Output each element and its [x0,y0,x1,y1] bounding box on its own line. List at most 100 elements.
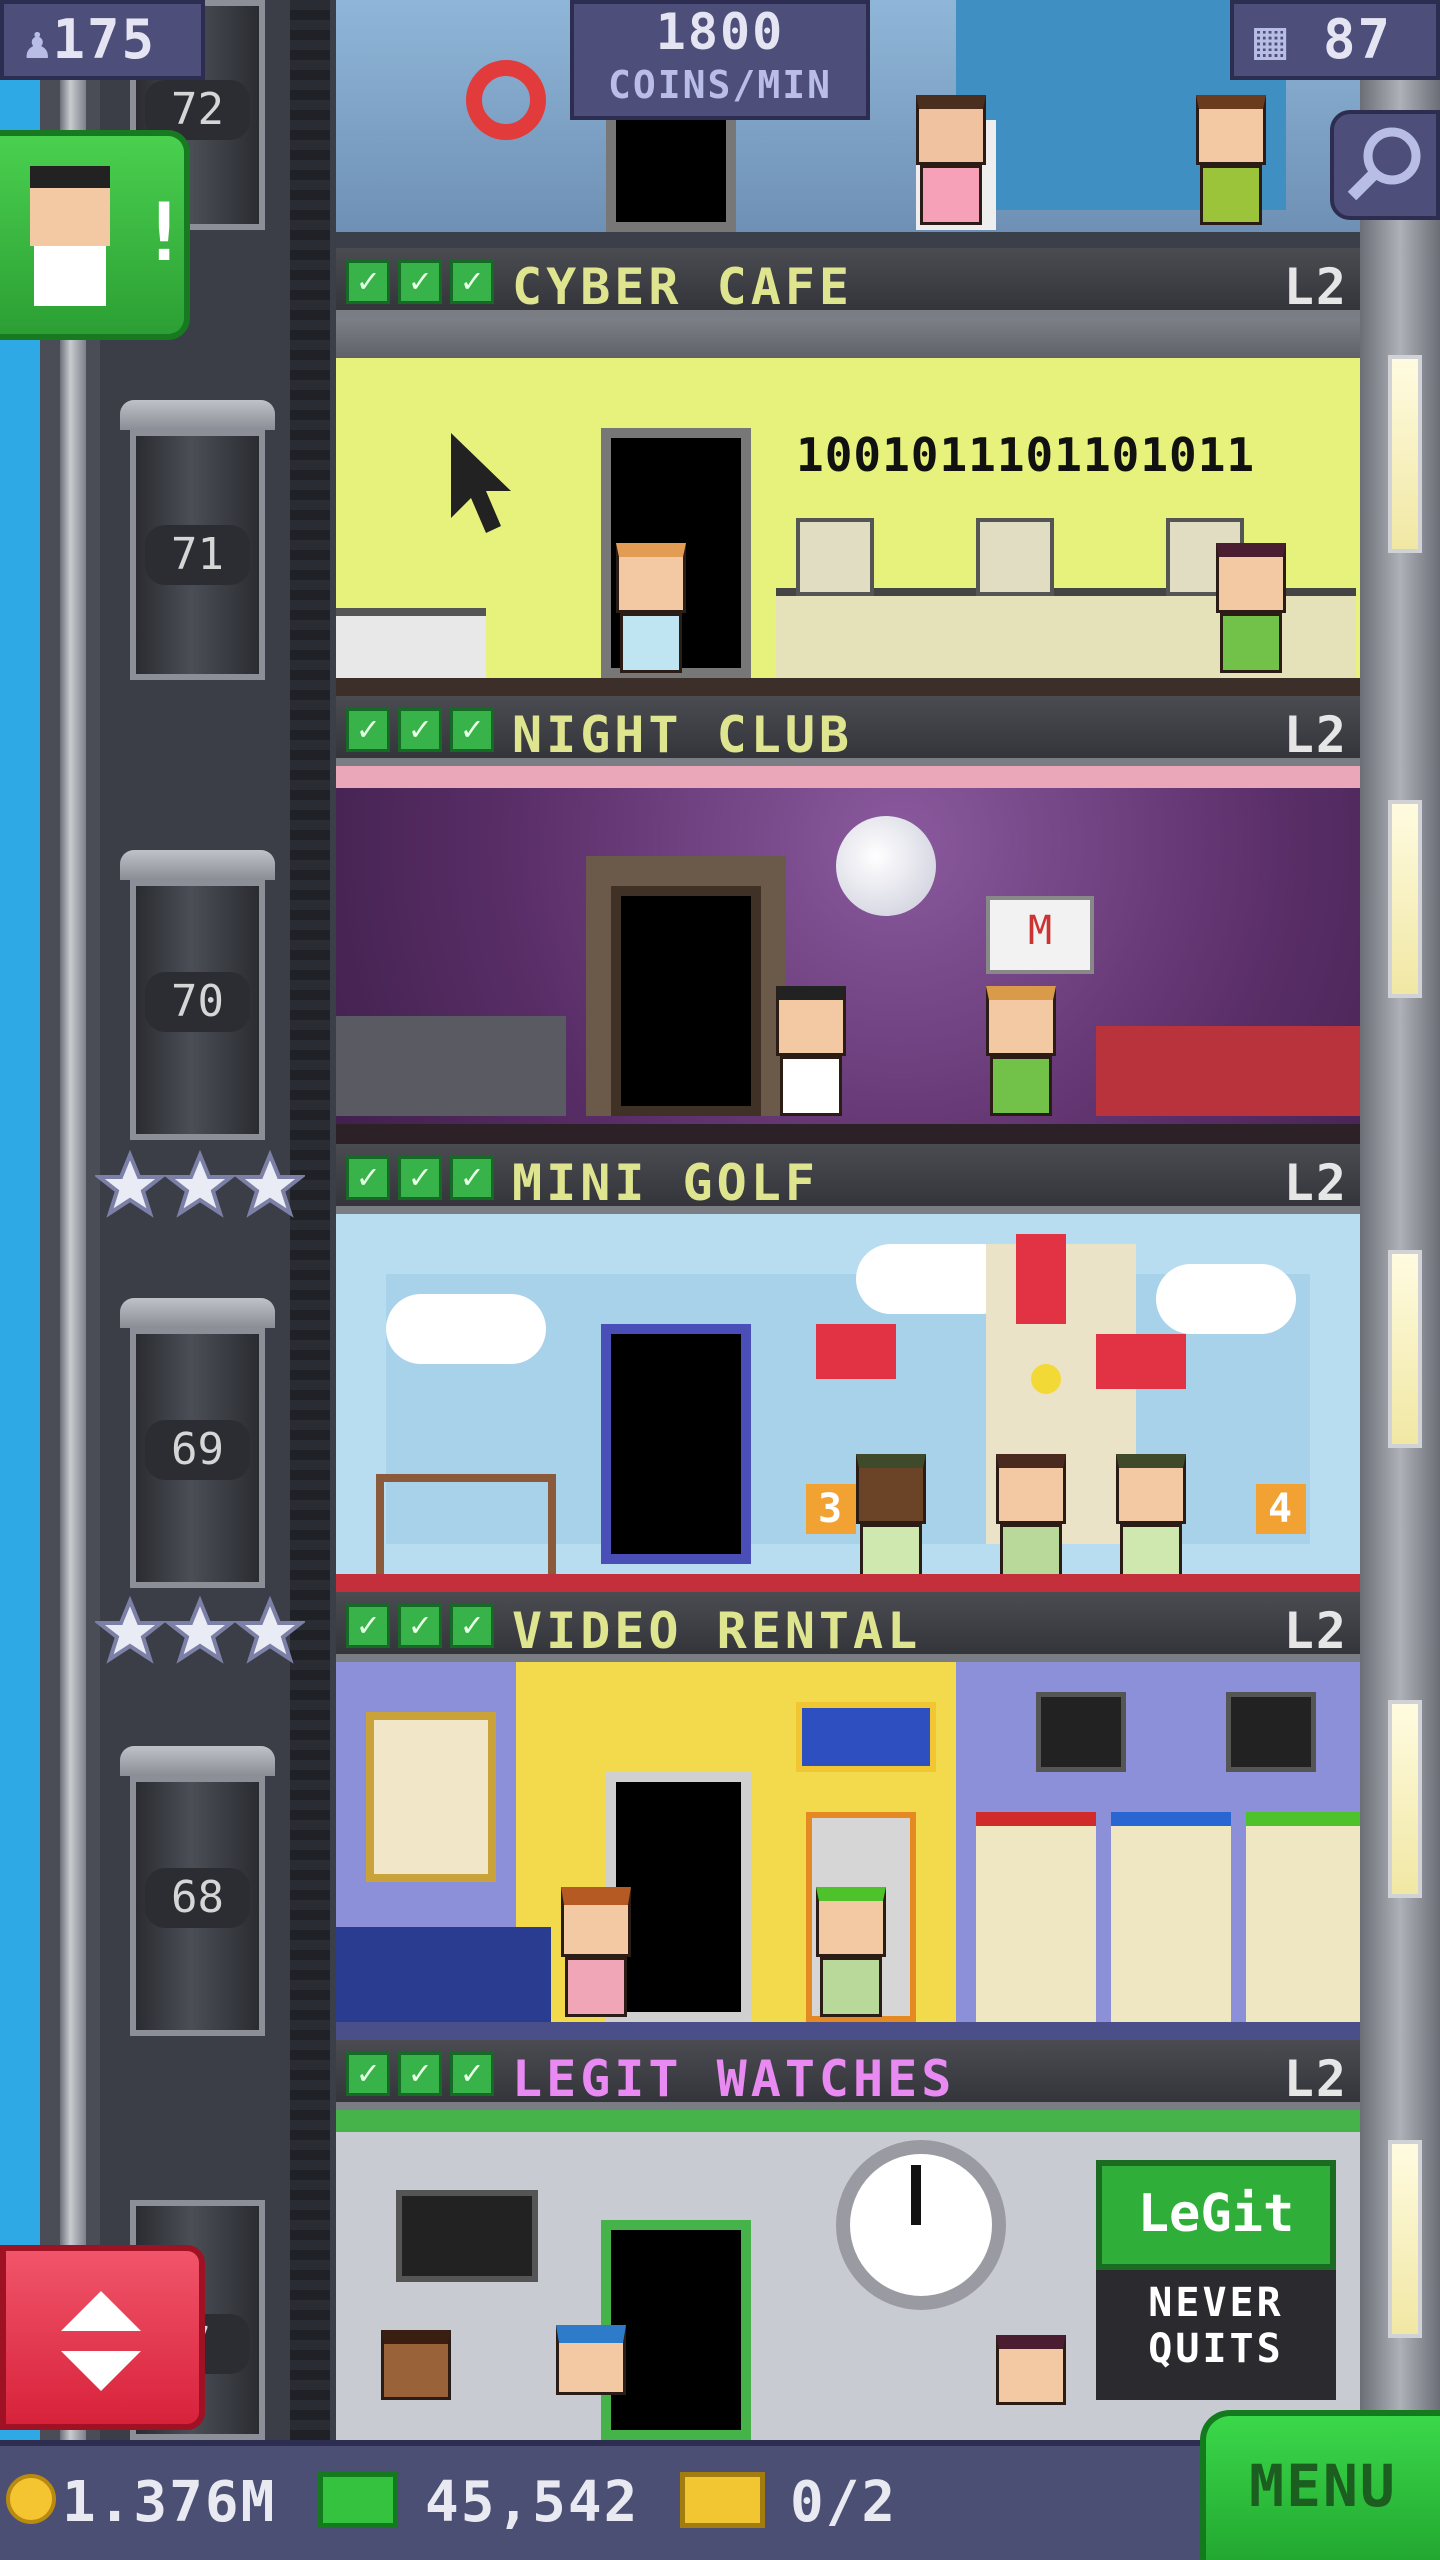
floors-value: 87 [1323,8,1393,71]
clock-hand [911,2165,921,2225]
sky-strip [0,0,40,2440]
video-shelf [976,1812,1096,2036]
elevator-door-cap [120,1298,275,1328]
life-ring-icon [466,60,546,140]
check-icon: ✓ [346,1604,390,1648]
floor-boards [336,2022,1360,2042]
floor-level: L2 [1283,2050,1348,2108]
store-sign: LeGit [1096,2160,1336,2270]
ceiling-trim [336,766,1360,788]
floor-name: VIDEO RENTAL [512,1602,922,1660]
elevator-door-cap [120,1746,275,1776]
tower-resident[interactable] [856,1454,926,1584]
floor-door [601,1324,751,1564]
tower-resident[interactable] [381,2330,451,2400]
floor-label-bar[interactable]: ✓ ✓ ✓ VIDEO RENTAL L2 [336,1592,1360,1662]
alert-button[interactable]: ! [0,130,190,340]
floors-icon: ▦ [1254,8,1289,71]
floors-counter[interactable]: ▦ 87 [1230,0,1440,80]
tower-resident[interactable] [986,986,1056,1116]
star-icon [93,1595,307,1664]
floor-boards [336,1124,1360,1146]
tower-resident[interactable] [1216,543,1286,673]
tower-window [1388,2140,1422,2338]
coins-rate-panel: 1800 COINS/MIN [570,0,870,120]
alert-icon: ! [140,186,189,279]
tower-window [1388,1700,1422,1898]
floor-label-bar[interactable]: ✓ ✓ ✓ LEGIT WATCHES L2 [336,2040,1360,2110]
clock-icon [836,2140,1006,2310]
bux-icon [318,2472,398,2528]
bar-counter [336,1016,566,1116]
floor-label-bar[interactable]: ✓ ✓ ✓ CYBER CAFE L2 [336,248,1360,318]
floor-level: L2 [1283,1602,1348,1660]
velvet-seats [1096,1026,1360,1116]
cloud [386,1294,546,1364]
tickets-value[interactable]: 0/2 [790,2470,897,2535]
check-icon: ✓ [450,2052,494,2096]
cursor-icon [451,433,511,533]
tower-resident[interactable] [561,1887,631,2017]
floor-night-club[interactable]: M [336,766,1360,1146]
rental-counter [336,1927,551,2022]
tower-resident[interactable] [1196,95,1266,225]
floor-label-bar[interactable]: ✓ ✓ ✓ NIGHT CLUB L2 [336,696,1360,766]
tower-resident[interactable] [996,2335,1066,2405]
tower-window [1388,1250,1422,1448]
check-icon: ✓ [450,260,494,304]
floor-mini-golf[interactable]: 3 4 [336,1214,1360,1594]
tv-screen [1226,1692,1316,1772]
check-icon: ✓ [398,2052,442,2096]
floor-cyber-cafe[interactable]: 1001011101101011 [336,318,1360,700]
tower-resident[interactable] [776,986,846,1116]
tv-screen [1036,1692,1126,1772]
star-icon [93,1149,307,1218]
tower-resident[interactable] [816,1887,886,2017]
hole-sign: 4 [1256,1484,1306,1534]
video-shelf [1246,1812,1360,2036]
tower-resident[interactable] [616,543,686,673]
tower-resident[interactable] [916,95,986,225]
windmill-blade [1096,1334,1186,1389]
elevator-cable [60,0,86,2440]
tower-resident[interactable] [1116,1454,1186,1584]
elevator-floor-number: 68 [145,1868,250,1928]
tower-window [1388,355,1422,553]
check-icon: ✓ [346,708,390,752]
population-counter[interactable]: ♟175 [0,0,205,80]
avatar [30,166,110,246]
golf-ball [1031,1364,1061,1394]
floor-boards [336,1574,1360,1594]
coins-value: 1.376M [62,2470,277,2535]
ticket-icon [680,2472,765,2528]
binary-text: 1001011101101011 [796,428,1256,482]
floor-name: CYBER CAFE [512,258,854,316]
tower-window [1388,800,1422,998]
search-button[interactable] [1330,110,1440,220]
floor-level: L2 [1283,258,1348,316]
windmill-blade [816,1324,896,1379]
check-icon: ✓ [450,1156,494,1200]
check-icon: ✓ [346,2052,390,2096]
floor-label-bar[interactable]: ✓ ✓ ✓ MINI GOLF L2 [336,1144,1360,1214]
tower-resident[interactable] [556,2325,626,2395]
tower-resident[interactable] [996,1454,1066,1584]
floor-door [611,886,761,1116]
coin-icon [6,2474,56,2524]
bux-value[interactable]: 45,542 [425,2470,639,2535]
floor-legit-watches[interactable]: LeGit NEVER QUITS [336,2110,1360,2440]
check-icon: ✓ [398,260,442,304]
ceiling [336,318,1360,358]
store-slogan: NEVER QUITS [1096,2270,1336,2400]
floor-video-rental[interactable] [336,1662,1360,2042]
tv-screen [396,2190,538,2282]
cloud [1156,1264,1296,1334]
menu-button[interactable]: MENU [1200,2410,1440,2560]
check-icon: ✓ [398,1604,442,1648]
check-icon: ✓ [346,1156,390,1200]
elevator-control-button[interactable] [0,2245,205,2430]
elevator-arrows-icon [61,2291,141,2391]
floor-name: NIGHT CLUB [512,706,854,764]
floor-level: L2 [1283,706,1348,764]
elevator-door-cap [120,850,275,880]
